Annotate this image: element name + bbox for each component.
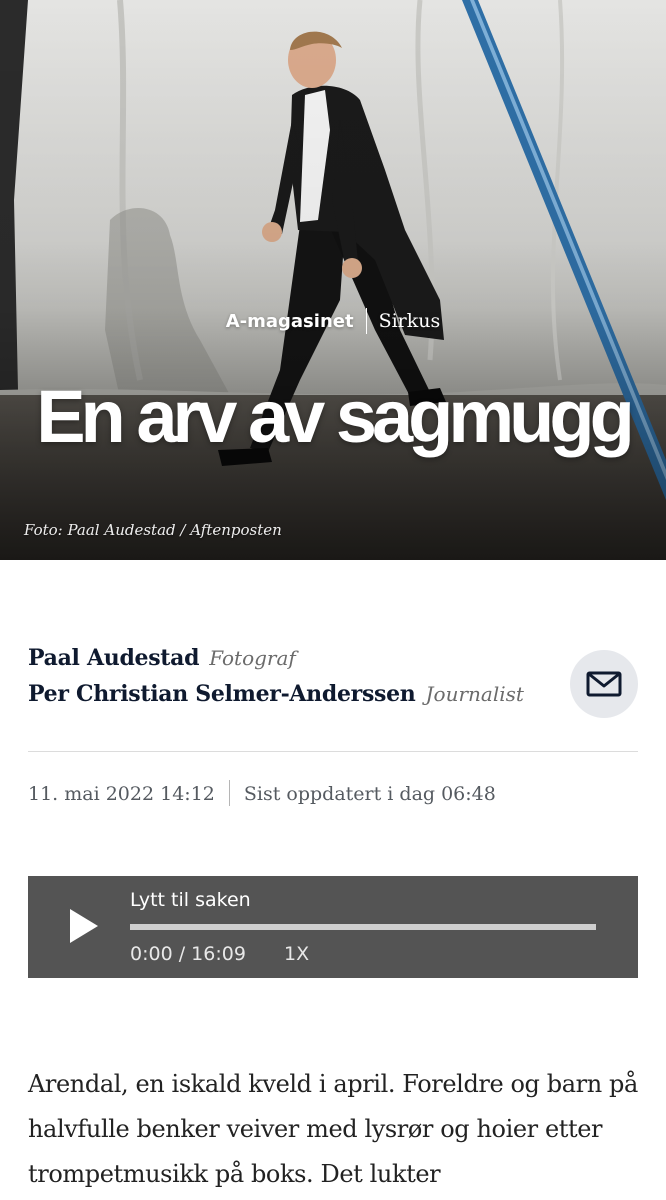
play-icon (70, 909, 98, 943)
envelope-icon (586, 671, 622, 697)
byline-author: Paal Audestad Fotograf (28, 640, 558, 676)
playback-speed-button[interactable]: 1X (284, 940, 309, 968)
author-role: Journalist (425, 682, 524, 706)
hero-image: A-magasinet Sirkus En arv av sagmugg Foto… (0, 0, 666, 560)
kicker-divider (365, 308, 367, 334)
contact-author-button[interactable] (570, 650, 638, 718)
byline-divider (28, 751, 638, 752)
dates-divider (228, 780, 230, 806)
audio-player: Lytt til saken 0:00 / 16:09 1X (28, 876, 638, 978)
article-intro: Arendal, en iskald kveld i april. Foreld… (28, 1070, 638, 1188)
published-date: 11. mai 2022 14:12 (28, 783, 215, 805)
byline: Paal Audestad Fotograf Per Christian Selm… (28, 640, 558, 712)
play-button[interactable] (64, 906, 104, 946)
kicker-section-link[interactable]: A-magasinet (226, 311, 354, 332)
audio-progress-bar[interactable] (130, 924, 596, 930)
hero-photo (0, 0, 666, 560)
photo-credit: Foto: Paal Audestad / Aftenposten (24, 521, 282, 539)
article-kicker: A-magasinet Sirkus (0, 306, 666, 336)
author-name[interactable]: Per Christian Selmer-Anderssen (28, 681, 416, 707)
author-role: Fotograf (209, 646, 296, 670)
article-headline: En arv av sagmugg (36, 375, 635, 458)
kicker-topic-link[interactable]: Sirkus (379, 310, 441, 332)
author-name[interactable]: Paal Audestad (28, 645, 200, 671)
byline-author: Per Christian Selmer-Anderssen Journalist (28, 676, 558, 712)
audio-title: Lytt til saken (130, 889, 251, 911)
audio-time: 0:00 / 16:09 (130, 943, 246, 965)
article-dates: 11. mai 2022 14:12 Sist oppdatert i dag 0… (28, 778, 496, 810)
updated-date: Sist oppdatert i dag 06:48 (243, 783, 496, 805)
